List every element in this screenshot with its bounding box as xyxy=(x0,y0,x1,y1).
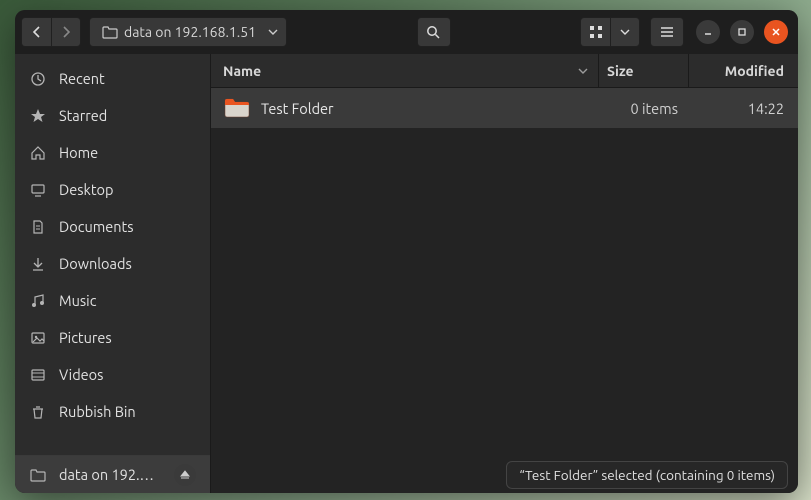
sidebar-item-label: Downloads xyxy=(59,255,132,272)
view-switcher xyxy=(580,17,640,47)
column-label: Name xyxy=(223,63,261,79)
maximize-icon xyxy=(737,27,747,37)
maximize-button[interactable] xyxy=(730,20,754,44)
sidebar-item-desktop[interactable]: Desktop xyxy=(15,171,210,208)
clock-icon xyxy=(29,70,47,88)
close-icon xyxy=(771,27,781,37)
search-icon xyxy=(426,25,441,40)
sidebar: Recent Starred Home Desktop Documents Do… xyxy=(15,54,211,493)
sidebar-item-label: Pictures xyxy=(59,329,112,346)
file-modified: 14:22 xyxy=(688,100,798,117)
sidebar-item-label: Videos xyxy=(59,366,103,383)
sidebar-item-label: Starred xyxy=(59,107,107,124)
file-list[interactable]: Test Folder 0 items 14:22 xyxy=(211,88,798,493)
path-segment[interactable]: data on 192.168.1.51 xyxy=(98,24,260,40)
grid-icon xyxy=(589,25,603,39)
status-text: “Test Folder” selected (containing 0 ite… xyxy=(519,467,775,483)
sidebar-item-label: Home xyxy=(59,144,98,161)
sidebar-item-label: data on 192.… xyxy=(59,466,154,483)
home-icon xyxy=(29,144,47,162)
trash-icon xyxy=(29,403,47,421)
chevron-down-icon xyxy=(578,66,588,76)
sidebar-item-starred[interactable]: Starred xyxy=(15,97,210,134)
path-bar[interactable]: data on 192.168.1.51 xyxy=(89,17,287,47)
titlebar: data on 192.168.1.51 xyxy=(15,10,798,54)
sidebar-item-pictures[interactable]: Pictures xyxy=(15,319,210,356)
chevron-down-icon xyxy=(620,27,630,37)
sidebar-item-recent[interactable]: Recent xyxy=(15,60,210,97)
back-button[interactable] xyxy=(21,17,51,47)
sidebar-item-label: Recent xyxy=(59,70,105,87)
sidebar-item-label: Documents xyxy=(59,218,134,235)
music-icon xyxy=(29,292,47,310)
folder-icon xyxy=(102,25,118,39)
minimize-button[interactable] xyxy=(696,20,720,44)
eject-icon xyxy=(180,470,190,480)
chevron-left-icon xyxy=(32,26,42,38)
column-label: Size xyxy=(607,63,634,79)
window-body: Recent Starred Home Desktop Documents Do… xyxy=(15,54,798,493)
column-size[interactable]: Size xyxy=(598,54,688,87)
window-controls xyxy=(696,20,788,44)
column-headers: Name Size Modified xyxy=(211,54,798,88)
sidebar-item-home[interactable]: Home xyxy=(15,134,210,171)
sidebar-item-trash[interactable]: Rubbish Bin xyxy=(15,393,210,430)
chevron-down-icon[interactable] xyxy=(268,27,278,37)
star-icon xyxy=(29,107,47,125)
videos-icon xyxy=(29,366,47,384)
file-manager-window: data on 192.168.1.51 xyxy=(15,10,798,493)
minimize-icon xyxy=(703,27,713,37)
sidebar-item-network-mount[interactable]: data on 192.… xyxy=(15,456,210,493)
downloads-icon xyxy=(29,255,47,273)
search-button[interactable] xyxy=(417,17,451,47)
column-modified[interactable]: Modified xyxy=(688,54,798,87)
column-name[interactable]: Name xyxy=(211,63,578,79)
file-size: 0 items xyxy=(598,100,688,117)
pictures-icon xyxy=(29,329,47,347)
desktop-icon xyxy=(29,181,47,199)
documents-icon xyxy=(29,218,47,236)
folder-icon xyxy=(223,97,251,119)
path-label: data on 192.168.1.51 xyxy=(124,24,256,40)
sidebar-item-documents[interactable]: Documents xyxy=(15,208,210,245)
sidebar-item-music[interactable]: Music xyxy=(15,282,210,319)
file-row[interactable]: Test Folder 0 items 14:22 xyxy=(211,88,798,128)
sidebar-item-downloads[interactable]: Downloads xyxy=(15,245,210,282)
main-pane: Name Size Modified Test Folder 0 items 1… xyxy=(211,54,798,493)
chevron-right-icon xyxy=(61,26,71,38)
forward-button[interactable] xyxy=(51,17,81,47)
sort-indicator[interactable] xyxy=(578,66,588,76)
hamburger-menu-button[interactable] xyxy=(650,17,684,47)
sidebar-item-videos[interactable]: Videos xyxy=(15,356,210,393)
hamburger-icon xyxy=(660,26,674,38)
status-bar: “Test Folder” selected (containing 0 ite… xyxy=(506,461,788,489)
nav-buttons xyxy=(21,17,81,47)
close-button[interactable] xyxy=(764,20,788,44)
folder-icon xyxy=(29,466,47,484)
icon-view-button[interactable] xyxy=(580,17,610,47)
sidebar-mounts: data on 192.… xyxy=(15,455,210,493)
file-name: Test Folder xyxy=(261,100,598,117)
view-options-button[interactable] xyxy=(610,17,640,47)
sidebar-item-label: Music xyxy=(59,292,96,309)
sidebar-item-label: Desktop xyxy=(59,181,113,198)
column-label: Modified xyxy=(725,63,784,79)
eject-button[interactable] xyxy=(174,464,196,486)
sidebar-item-label: Rubbish Bin xyxy=(59,403,136,420)
